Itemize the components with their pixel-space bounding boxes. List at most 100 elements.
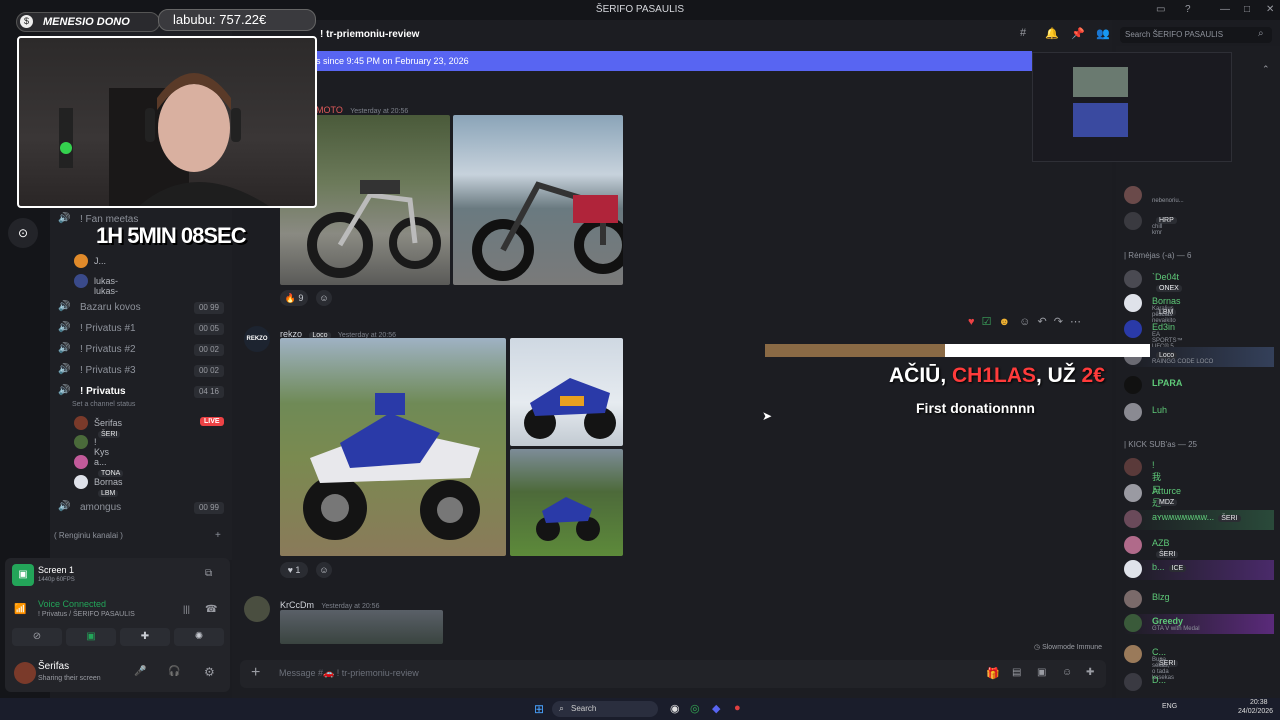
channel-privatus-3[interactable]: 🔊 ! Privatus #3 00 02	[58, 363, 228, 379]
add-reaction-icon[interactable]: ☺	[1019, 316, 1030, 328]
activities-button[interactable]: ✚	[120, 628, 170, 646]
message-actions: ♥ ☑ ☻ ☺ ↶ ↷ ⋯	[968, 315, 1081, 328]
attach-icon[interactable]: +	[251, 664, 260, 682]
voice-channel[interactable]: ! Privatus / ŠERIFO PASAULIS	[38, 611, 135, 618]
donation-progress-fill	[765, 344, 945, 357]
pin-icon[interactable]: 📌	[1071, 27, 1085, 40]
message-time: Yesterday at 20:56	[321, 603, 380, 610]
start-icon[interactable]: ⊞	[534, 702, 544, 716]
avatar	[1124, 376, 1142, 394]
channel-status[interactable]: Set a channel status	[72, 401, 135, 408]
browser-icon[interactable]: ◎	[690, 702, 700, 715]
avatar	[1124, 510, 1142, 528]
dollar-icon: $	[20, 15, 33, 28]
check-icon[interactable]: ☑	[982, 316, 992, 328]
avatar	[1124, 186, 1142, 204]
headphones-icon[interactable]: 🎧	[168, 666, 180, 677]
gif-icon[interactable]: ▤	[1012, 667, 1021, 678]
voice-status[interactable]: Voice Connected	[38, 599, 106, 609]
member-item[interactable]: Greedy GTA V with Medal	[1124, 614, 1274, 634]
channel-privatus[interactable]: 🔊 ! Privatus 04 16	[58, 384, 228, 400]
taskbar-search[interactable]: ⌕ Search	[552, 701, 658, 717]
atv-photo[interactable]	[510, 338, 623, 446]
disconnect-icon[interactable]: ☎	[205, 604, 217, 615]
threads-icon[interactable]: #	[1020, 27, 1026, 39]
atv-photo[interactable]	[280, 338, 506, 556]
popout-icon[interactable]: ⧉	[205, 568, 212, 579]
channel-bazaru-kovos[interactable]: 🔊 Bazaru kovos 00 99	[58, 300, 228, 316]
message-header: MOTO Yesterday at 20:56	[316, 102, 408, 116]
microphone-icon[interactable]: 🎤	[134, 666, 146, 677]
gift-icon[interactable]: 🎁	[986, 667, 1000, 680]
avatar	[1124, 212, 1142, 230]
channel-amongus[interactable]: 🔊 amongus 00 99	[58, 500, 228, 516]
stop-share-button[interactable]: ▣	[66, 628, 116, 646]
emoji-icon[interactable]: ☺	[1062, 667, 1072, 678]
apps-icon[interactable]: ✚	[1086, 667, 1094, 678]
atv-illustration	[536, 497, 600, 541]
soundboard-button[interactable]: ✺	[174, 628, 224, 646]
app-icon[interactable]: ◉	[670, 702, 680, 715]
member-item[interactable]: b... ICE	[1124, 560, 1274, 580]
speaker-icon: 🔊	[58, 343, 71, 354]
add-reaction-icon[interactable]: ☺	[316, 290, 332, 306]
camera-off-button[interactable]: ⊘	[12, 628, 62, 646]
user-status: Sharing their screen	[38, 675, 101, 682]
taskbar-time[interactable]: 20:38	[1250, 699, 1268, 706]
maximize-icon[interactable]: □	[1244, 4, 1250, 15]
member-list-icon[interactable]: 👥	[1096, 27, 1110, 40]
reaction-fire[interactable]: 🔥 9	[280, 290, 308, 306]
channel-title: ! tr-priemoniu-review	[320, 29, 420, 40]
avatar	[1124, 403, 1142, 421]
message-time: Yesterday at 20:56	[350, 108, 409, 115]
sticker-icon[interactable]: ▣	[1037, 667, 1046, 678]
channel-privatus-2[interactable]: 🔊 ! Privatus #2 00 02	[58, 342, 228, 358]
avatar	[1124, 560, 1142, 578]
scroll-up-icon[interactable]: ⌃	[1262, 64, 1270, 75]
minimize-icon[interactable]: —	[1220, 4, 1230, 15]
user-avatar[interactable]	[14, 662, 36, 684]
add-reaction-icon[interactable]: ☺	[316, 562, 332, 578]
heart-icon[interactable]: ♥	[968, 316, 975, 328]
avatar	[1124, 614, 1142, 632]
avatar	[1124, 536, 1142, 554]
new-messages-banner[interactable]: s since 9:45 PM on February 23, 2026	[312, 51, 1032, 71]
add-channel-icon[interactable]: +	[215, 530, 221, 541]
forward-icon[interactable]: ↷	[1054, 316, 1063, 328]
events-channels-link[interactable]: ( Renginiu kanalai )	[54, 531, 123, 540]
reaction-emoji[interactable]: ♥ 1	[280, 562, 308, 578]
channel-privatus-1[interactable]: 🔊 ! Privatus #1 00 05	[58, 321, 228, 337]
avatar	[1124, 484, 1142, 502]
message-author[interactable]: KrCcDm	[280, 600, 314, 610]
signal-icon: 📶	[14, 604, 27, 615]
message-input[interactable]: + Message #🚗 ! tr-priemoniu-review 🎁 ▤ ▣…	[240, 660, 1106, 688]
inbox-icon[interactable]: ▭	[1156, 4, 1165, 15]
atv-photo[interactable]	[510, 449, 623, 556]
motorcycle-photo[interactable]	[453, 115, 623, 285]
laugh-icon[interactable]: ☻	[999, 316, 1011, 328]
bell-icon[interactable]: 🔔	[1045, 27, 1059, 40]
search-box[interactable]: Search ŠERIFO PASAULIS ⌕	[1120, 27, 1272, 43]
user-name[interactable]: Šerifas	[38, 661, 69, 672]
message-avatar[interactable]: REKZO	[244, 326, 270, 352]
avatar	[1124, 458, 1142, 476]
reply-icon[interactable]: ↶	[1037, 316, 1046, 328]
discover-icon[interactable]: ⊙	[8, 218, 38, 248]
member-item[interactable]: aʏwʍwʍwʍw... ŠERI	[1124, 510, 1274, 530]
message-author[interactable]: MOTO	[316, 105, 343, 115]
message-photo[interactable]	[280, 610, 443, 644]
close-icon[interactable]: ✕	[1266, 4, 1274, 15]
discord-icon[interactable]: ◆	[712, 702, 720, 715]
more-icon[interactable]: ⋯	[1070, 316, 1081, 328]
settings-icon[interactable]: ⚙	[204, 665, 215, 679]
speaker-icon: 🔊	[58, 501, 71, 512]
help-icon[interactable]: ?	[1185, 4, 1191, 15]
avatar	[1124, 673, 1142, 691]
avatar	[1124, 294, 1142, 312]
avatar	[1124, 645, 1142, 663]
message-avatar[interactable]	[244, 596, 270, 622]
atv-illustration	[524, 378, 616, 439]
noise-suppression-icon[interactable]: |||	[183, 604, 190, 614]
taskbar-date[interactable]: 24/02/2026	[1238, 708, 1273, 715]
obs-icon[interactable]: ●	[734, 702, 741, 714]
